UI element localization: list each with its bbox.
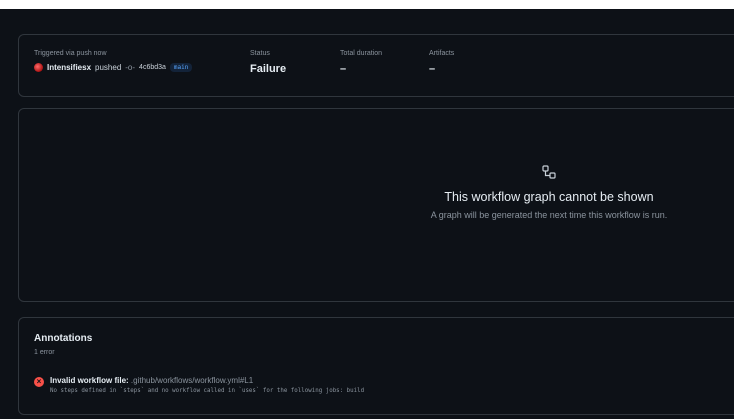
annotations-panel: Annotations 1 error × Invalid workflow f… [18, 317, 734, 415]
run-summary-panel: Triggered via push now Intensifiesx push… [18, 34, 734, 97]
graph-empty-state: This workflow graph cannot be shown A gr… [399, 164, 699, 220]
git-commit-icon: -o- [125, 63, 136, 72]
annotation-path-link[interactable]: .github/workflows/workflow.yml#L1 [131, 376, 253, 385]
duration-column: Total duration – [340, 50, 382, 75]
trigger-column: Triggered via push now Intensifiesx push… [34, 50, 193, 72]
status-column: Status Failure [250, 50, 286, 75]
artifacts-label: Artifacts [429, 50, 455, 57]
avatar[interactable] [34, 63, 43, 72]
artifacts-value: – [429, 63, 436, 75]
graph-subtitle: A graph will be generated the next time … [430, 210, 668, 220]
trigger-details: Intensifiesx pushed -o- 4c6bd3a main [34, 63, 193, 72]
x-circle-icon: × [34, 377, 44, 387]
trigger-label: Triggered via push now [34, 50, 107, 57]
commit-sha-link[interactable]: 4c6bd3a [139, 64, 166, 71]
annotations-count: 1 error [34, 349, 55, 356]
annotation-body: Invalid workflow file: .github/workflows… [50, 376, 364, 394]
action-text: pushed [95, 63, 122, 72]
actor-link[interactable]: Intensifiesx [47, 63, 91, 72]
annotation-detail: No steps defined in `steps` and no workf… [50, 388, 365, 394]
annotations-title: Annotations [34, 333, 93, 344]
artifacts-column: Artifacts – [429, 50, 454, 75]
annotation-item: × Invalid workflow file: .github/workflo… [34, 376, 364, 394]
top-strip [0, 0, 734, 9]
graph-title: This workflow graph cannot be shown [444, 190, 654, 204]
workflow-run-page: Triggered via push now Intensifiesx push… [0, 0, 734, 419]
status-value: Failure [250, 63, 287, 75]
status-label: Status [250, 50, 270, 57]
annotation-heading: Invalid workflow file: [50, 376, 129, 385]
duration-label: Total duration [340, 50, 383, 57]
workflow-icon [541, 164, 557, 180]
annotation-heading-line: Invalid workflow file: .github/workflows… [50, 376, 364, 385]
workflow-graph-panel: This workflow graph cannot be shown A gr… [18, 108, 734, 302]
branch-badge[interactable]: main [169, 63, 193, 72]
duration-value: – [340, 63, 347, 75]
